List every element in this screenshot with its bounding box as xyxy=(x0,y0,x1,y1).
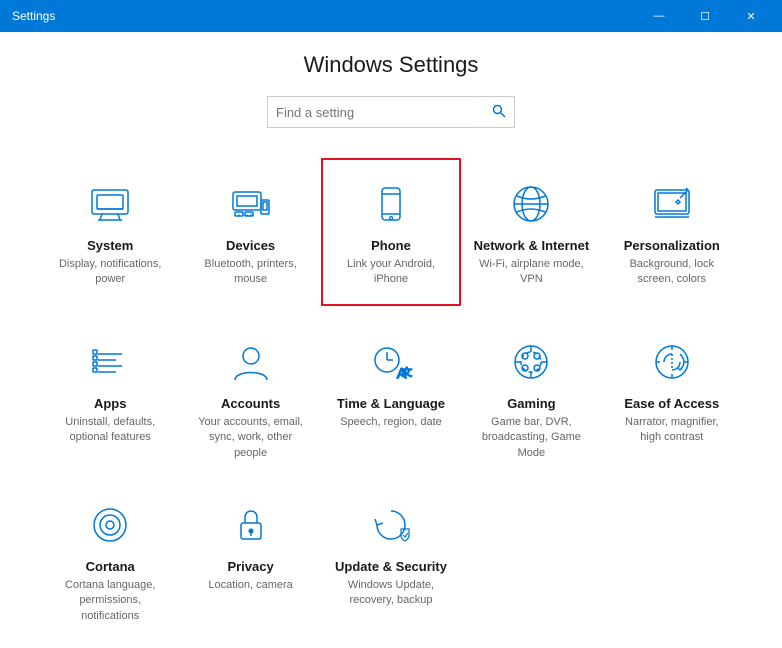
system-icon xyxy=(86,180,134,228)
system-name: System xyxy=(87,238,133,253)
accounts-name: Accounts xyxy=(221,396,280,411)
setting-gaming[interactable]: Gaming Game bar, DVR, broadcasting, Game… xyxy=(461,316,601,479)
gaming-name: Gaming xyxy=(507,396,555,411)
app-title: Settings xyxy=(12,9,55,23)
setting-accounts[interactable]: Accounts Your accounts, email, sync, wor… xyxy=(180,316,320,479)
access-desc: Narrator, magnifier, high contrast xyxy=(614,415,730,446)
setting-phone[interactable]: Phone Link your Android, iPhone xyxy=(321,158,461,306)
phone-name: Phone xyxy=(371,238,411,253)
maximize-button[interactable]: ☐ xyxy=(682,0,728,32)
setting-network[interactable]: Network & Internet Wi-Fi, airplane mode,… xyxy=(461,158,601,306)
setting-system[interactable]: System Display, notifications, power xyxy=(40,158,180,306)
apps-icon xyxy=(86,338,134,386)
phone-icon xyxy=(367,180,415,228)
network-name: Network & Internet xyxy=(474,238,590,253)
gaming-icon xyxy=(507,338,555,386)
privacy-icon xyxy=(227,501,275,549)
time-desc: Speech, region, date xyxy=(340,415,442,430)
phone-desc: Link your Android, iPhone xyxy=(333,257,449,288)
main-content: Windows Settings xyxy=(0,32,782,648)
search-input[interactable] xyxy=(276,105,486,120)
setting-devices[interactable]: Devices Bluetooth, printers, mouse xyxy=(180,158,320,306)
apps-desc: Uninstall, defaults, optional features xyxy=(52,415,168,446)
cortana-icon xyxy=(86,501,134,549)
search-box xyxy=(267,96,515,128)
time-name: Time & Language xyxy=(337,396,445,411)
search-icon xyxy=(492,104,506,121)
settings-grid: System Display, notifications, power xyxy=(40,158,742,479)
privacy-desc: Location, camera xyxy=(208,578,292,593)
access-icon xyxy=(648,338,696,386)
setting-time[interactable]: A 文 Time & Language Speech, region, date xyxy=(321,316,461,479)
minimize-button[interactable]: — xyxy=(636,0,682,32)
setting-cortana[interactable]: Cortana Cortana language, permissions, n… xyxy=(40,479,180,642)
setting-update[interactable]: Update & Security Windows Update, recove… xyxy=(321,479,461,642)
devices-name: Devices xyxy=(226,238,275,253)
search-container xyxy=(40,96,742,128)
window-controls: — ☐ ✕ xyxy=(636,0,774,32)
apps-name: Apps xyxy=(94,396,127,411)
time-icon: A 文 xyxy=(367,338,415,386)
cortana-name: Cortana xyxy=(86,559,135,574)
personalization-name: Personalization xyxy=(624,238,720,253)
setting-access[interactable]: Ease of Access Narrator, magnifier, high… xyxy=(602,316,742,479)
close-button[interactable]: ✕ xyxy=(728,0,774,32)
privacy-name: Privacy xyxy=(227,559,273,574)
accounts-desc: Your accounts, email, sync, work, other … xyxy=(192,415,308,461)
setting-privacy[interactable]: Privacy Location, camera xyxy=(180,479,320,642)
setting-personalization[interactable]: Personalization Background, lock screen,… xyxy=(602,158,742,306)
access-name: Ease of Access xyxy=(624,396,719,411)
network-desc: Wi-Fi, airplane mode, VPN xyxy=(473,257,589,288)
personalization-desc: Background, lock screen, colors xyxy=(614,257,730,288)
network-icon xyxy=(507,180,555,228)
setting-apps[interactable]: Apps Uninstall, defaults, optional featu… xyxy=(40,316,180,479)
update-name: Update & Security xyxy=(335,559,447,574)
title-bar: Settings — ☐ ✕ xyxy=(0,0,782,32)
cortana-desc: Cortana language, permissions, notificat… xyxy=(52,578,168,624)
devices-desc: Bluetooth, printers, mouse xyxy=(192,257,308,288)
accounts-icon xyxy=(227,338,275,386)
update-icon xyxy=(367,501,415,549)
svg-text:文: 文 xyxy=(402,366,412,379)
update-desc: Windows Update, recovery, backup xyxy=(333,578,449,609)
devices-icon xyxy=(227,180,275,228)
settings-row-3: Cortana Cortana language, permissions, n… xyxy=(40,479,742,642)
gaming-desc: Game bar, DVR, broadcasting, Game Mode xyxy=(473,415,589,461)
system-desc: Display, notifications, power xyxy=(52,257,168,288)
personalization-icon xyxy=(648,180,696,228)
page-title: Windows Settings xyxy=(40,52,742,78)
